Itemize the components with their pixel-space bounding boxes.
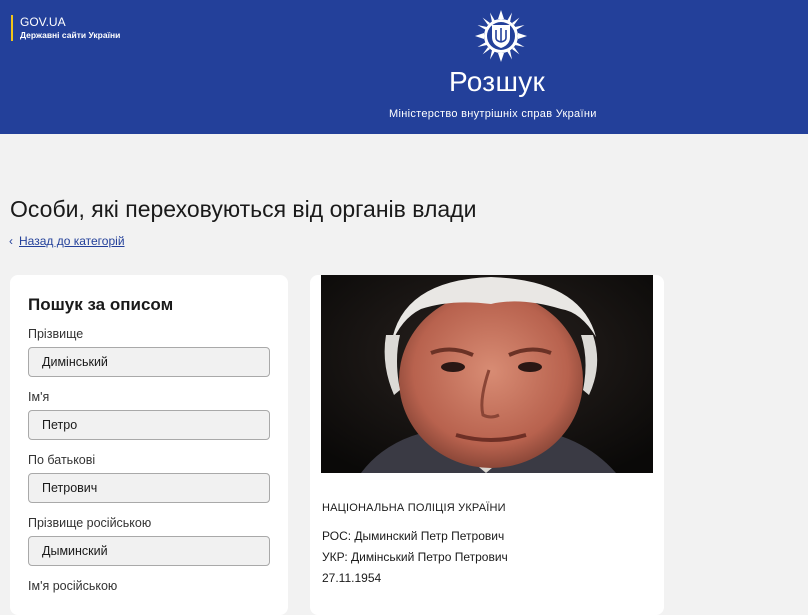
surname-ru-label: Прізвище російською (28, 516, 152, 530)
agency-label: НАЦІОНАЛЬНА ПОЛІЦІЯ УКРАЇНИ (322, 502, 506, 514)
site-header: GOV.UA Державні сайти України Розшук Мін… (0, 0, 808, 134)
site-subtitle: Міністерство внутрішніх справ України (389, 108, 597, 120)
first-name-input[interactable] (28, 410, 270, 440)
surname-label: Прізвище (28, 327, 84, 341)
surname-ru-input[interactable] (28, 536, 270, 566)
back-link-label: Назад до категорій (19, 234, 125, 248)
back-to-categories-link[interactable]: ‹ Назад до категорій (9, 234, 125, 248)
person-photo[interactable] (321, 275, 653, 473)
gov-ua-title: GOV.UA (20, 15, 66, 29)
page-title: Особи, які переховуються від органів вла… (10, 196, 477, 222)
patronymic-label: По батькові (28, 453, 96, 467)
surname-input[interactable] (28, 347, 270, 377)
gov-ua-subtitle: Державні сайти України (20, 30, 121, 40)
gov-ua-link[interactable]: GOV.UA Державні сайти України (11, 15, 120, 41)
first-name-label: Ім'я (28, 390, 50, 404)
police-emblem-icon[interactable] (474, 9, 528, 63)
chevron-left-icon: ‹ (9, 234, 13, 248)
site-title[interactable]: Розшук (449, 66, 545, 98)
patronymic-input[interactable] (28, 473, 270, 503)
birth-date: 27.11.1954 (322, 571, 382, 585)
name-ros: РОС: Дыминский Петр Петрович (322, 529, 505, 543)
search-panel-title: Пошук за описом (28, 295, 174, 314)
first-name-ru-label: Ім'я російською (28, 579, 118, 593)
search-panel: Пошук за описом Прізвище Ім'я По батьков… (10, 275, 288, 615)
result-card[interactable]: НАЦІОНАЛЬНА ПОЛІЦІЯ УКРАЇНИ РОС: Дыминск… (310, 275, 664, 615)
name-ukr: УКР: Димінський Петро Петрович (322, 550, 508, 564)
